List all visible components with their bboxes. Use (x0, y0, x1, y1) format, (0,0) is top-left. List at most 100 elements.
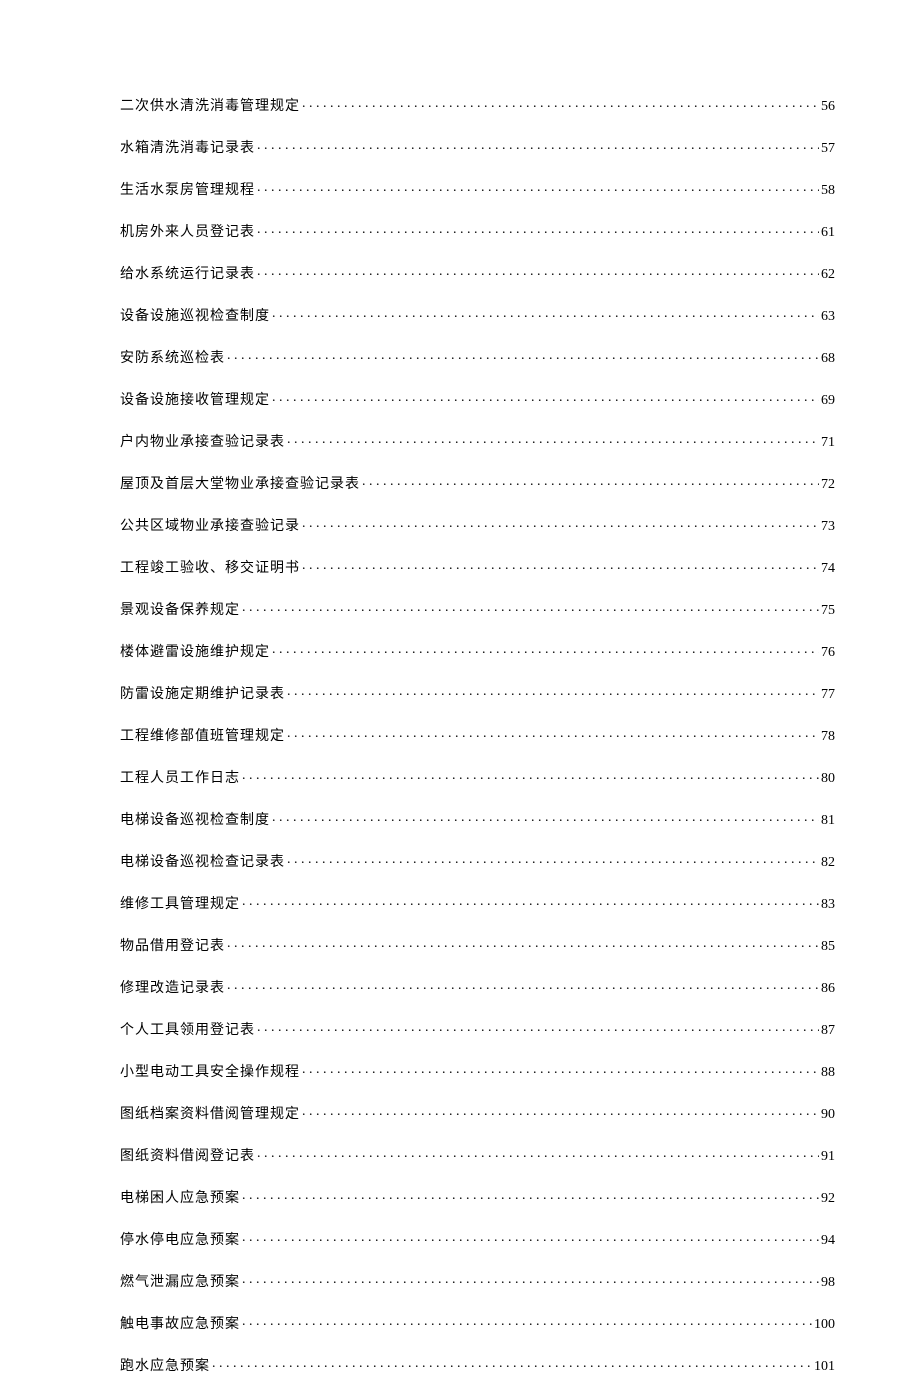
toc-entry-title: 户内物业承接查验记录表 (120, 431, 285, 451)
toc-entry-page: 98 (821, 1275, 835, 1291)
toc-leader-dots (242, 600, 819, 614)
toc-entry-page: 100 (814, 1317, 835, 1333)
toc-entry-page: 56 (821, 99, 835, 115)
toc-entry-title: 景观设备保养规定 (120, 599, 240, 619)
toc-leader-dots (287, 432, 819, 446)
toc-leader-dots (362, 474, 819, 488)
toc-leader-dots (272, 306, 819, 320)
toc-leader-dots (272, 810, 819, 824)
toc-entry-title: 触电事故应急预案 (120, 1313, 240, 1333)
toc-leader-dots (287, 852, 819, 866)
toc-entry-page: 81 (821, 813, 835, 829)
toc-entry-page: 61 (821, 225, 835, 241)
toc-leader-dots (257, 1020, 819, 1034)
toc-leader-dots (257, 138, 819, 152)
toc-entry-title: 工程维修部值班管理规定 (120, 725, 285, 745)
toc-entry-page: 86 (821, 981, 835, 997)
toc-entry-title: 公共区域物业承接查验记录 (120, 515, 300, 535)
toc-leader-dots (287, 684, 819, 698)
toc-entry-title: 维修工具管理规定 (120, 893, 240, 913)
toc-entry-page: 83 (821, 897, 835, 913)
toc-entry-page: 85 (821, 939, 835, 955)
toc-entry: 安防系统巡检表68 (120, 347, 835, 367)
toc-entry-title: 电梯困人应急预案 (120, 1187, 240, 1207)
toc-entry: 物品借用登记表 85 (120, 935, 835, 955)
toc-entry-title: 个人工具领用登记表 (120, 1019, 255, 1039)
toc-entry-title: 二次供水清洗消毒管理规定 (120, 95, 300, 115)
toc-leader-dots (302, 558, 819, 572)
toc-entry-page: 72 (821, 477, 835, 493)
toc-entry-page: 92 (821, 1191, 835, 1207)
toc-leader-dots (242, 1230, 819, 1244)
toc-entry: 小型电动工具安全操作规程88 (120, 1061, 835, 1081)
toc-entry-page: 71 (821, 435, 835, 451)
toc-entry: 楼体避雷设施维护规定76 (120, 641, 835, 661)
toc-leader-dots (242, 768, 819, 782)
toc-entry: 给水系统运行记录表62 (120, 263, 835, 283)
toc-entry-title: 跑水应急预案 (120, 1355, 210, 1375)
toc-entry: 工程维修部值班管理规定78 (120, 725, 835, 745)
toc-entry: 电梯设备巡视检查制度 81 (120, 809, 835, 829)
toc-entry: 屋顶及首层大堂物业承接查验记录表 72 (120, 473, 835, 493)
toc-leader-dots (227, 348, 819, 362)
toc-leader-dots (272, 642, 819, 656)
toc-entry-title: 电梯设备巡视检查记录表 (120, 851, 285, 871)
toc-entry: 防雷设施定期维护记录表77 (120, 683, 835, 703)
table-of-contents: 二次供水清洗消毒管理规定 56 水箱清洗消毒记录表 57 生活水泵房管理规程 58 机房外来… (120, 95, 835, 1375)
toc-leader-dots (302, 516, 819, 530)
toc-leader-dots (242, 1314, 812, 1328)
toc-leader-dots (257, 222, 819, 236)
toc-leader-dots (287, 726, 819, 740)
toc-entry-title: 物品借用登记表 (120, 935, 225, 955)
toc-entry-title: 生活水泵房管理规程 (120, 179, 255, 199)
toc-entry: 触电事故应急预案 100 (120, 1313, 835, 1333)
toc-leader-dots (242, 894, 819, 908)
toc-leader-dots (257, 1146, 819, 1160)
toc-leader-dots (257, 264, 819, 278)
toc-entry: 工程竣工验收、移交证明书 74 (120, 557, 835, 577)
toc-entry-page: 77 (821, 687, 835, 703)
toc-entry-page: 69 (821, 393, 835, 409)
toc-entry: 工程人员工作日志80 (120, 767, 835, 787)
toc-entry: 机房外来人员登记表 61 (120, 221, 835, 241)
toc-entry-title: 修理改造记录表 (120, 977, 225, 997)
toc-entry: 电梯困人应急预案 92 (120, 1187, 835, 1207)
toc-entry-page: 90 (821, 1107, 835, 1123)
toc-entry: 维修工具管理规定 83 (120, 893, 835, 913)
toc-entry-title: 图纸档案资料借阅管理规定 (120, 1103, 300, 1123)
toc-entry: 电梯设备巡视检查记录表 82 (120, 851, 835, 871)
toc-entry-page: 57 (821, 141, 835, 157)
toc-entry-page: 76 (821, 645, 835, 661)
toc-leader-dots (302, 1104, 819, 1118)
toc-entry-page: 94 (821, 1233, 835, 1249)
toc-entry-title: 停水停电应急预案 (120, 1229, 240, 1249)
toc-entry-title: 设备设施巡视检查制度 (120, 305, 270, 325)
toc-entry: 停水停电应急预案 94 (120, 1229, 835, 1249)
toc-entry-page: 101 (814, 1359, 835, 1375)
toc-entry: 设备设施巡视检查制度 63 (120, 305, 835, 325)
toc-leader-dots (302, 96, 819, 110)
toc-entry-title: 电梯设备巡视检查制度 (120, 809, 270, 829)
toc-leader-dots (242, 1188, 819, 1202)
toc-entry-page: 63 (821, 309, 835, 325)
toc-entry: 个人工具领用登记表 87 (120, 1019, 835, 1039)
toc-leader-dots (227, 978, 819, 992)
toc-entry: 水箱清洗消毒记录表 57 (120, 137, 835, 157)
toc-entry: 设备设施接收管理规定69 (120, 389, 835, 409)
toc-entry-page: 58 (821, 183, 835, 199)
toc-entry-page: 74 (821, 561, 835, 577)
toc-entry-page: 62 (821, 267, 835, 283)
toc-entry: 生活水泵房管理规程 58 (120, 179, 835, 199)
toc-entry-page: 87 (821, 1023, 835, 1039)
toc-entry-title: 安防系统巡检表 (120, 347, 225, 367)
toc-entry-title: 机房外来人员登记表 (120, 221, 255, 241)
toc-entry: 景观设备保养规定75 (120, 599, 835, 619)
toc-entry: 图纸档案资料借阅管理规定 90 (120, 1103, 835, 1123)
toc-entry-title: 屋顶及首层大堂物业承接查验记录表 (120, 473, 360, 493)
toc-entry-title: 工程竣工验收、移交证明书 (120, 557, 300, 577)
toc-entry-title: 水箱清洗消毒记录表 (120, 137, 255, 157)
toc-entry-page: 82 (821, 855, 835, 871)
toc-leader-dots (257, 180, 819, 194)
toc-entry-title: 图纸资料借阅登记表 (120, 1145, 255, 1165)
toc-entry: 修理改造记录表 86 (120, 977, 835, 997)
